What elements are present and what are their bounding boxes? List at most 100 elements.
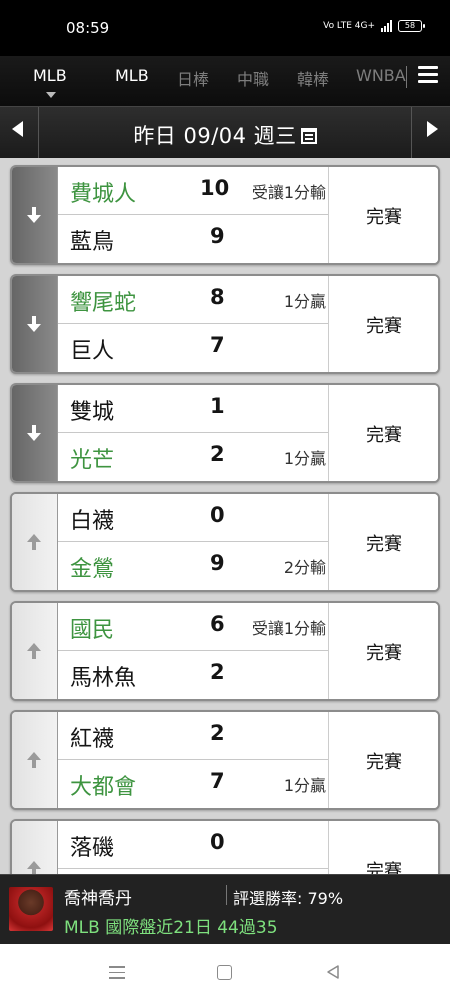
game-status-cell: 完賽 <box>328 385 438 481</box>
team-row-bottom: 金鶯 9 2分輸 <box>58 542 328 590</box>
game-card[interactable]: 紅襪 2 大都會 7 1分贏 完賽 <box>10 710 440 810</box>
game-status-cell: 完賽 <box>328 603 438 699</box>
expand-toggle[interactable] <box>12 712 58 808</box>
date-bar: 昨日 09/04 週三 <box>0 106 450 159</box>
team-row-top: 費城人 10 受讓1分輸 <box>58 167 328 215</box>
team-score: 9 <box>210 224 225 248</box>
game-status-cell: 完賽 <box>328 821 438 874</box>
team-score: 2 <box>210 660 225 684</box>
team-score: 0 <box>210 503 225 527</box>
handicap-result: 2分輸 <box>283 558 326 577</box>
next-day-arrow-icon[interactable] <box>427 121 438 137</box>
team-name: 光芒 <box>70 448 115 473</box>
home-icon[interactable] <box>217 965 232 980</box>
app-screen: 08:59 Vo LTE 4G+ 58 MLB MLB 日棒 中職 韓棒 WNB… <box>0 0 450 1000</box>
tab-kbo[interactable]: 韓棒 <box>297 66 329 90</box>
game-status: 完賽 <box>366 207 402 228</box>
team-row-top: 國民 6 受讓1分輸 <box>58 603 328 651</box>
handicap-result: 受讓1分輸 <box>251 619 326 638</box>
tab-mlb-selected[interactable]: MLB <box>33 66 67 85</box>
expand-toggle[interactable] <box>12 494 58 590</box>
team-score: 2 <box>210 442 225 466</box>
back-icon[interactable] <box>325 964 341 980</box>
arrow-up-icon <box>27 752 41 768</box>
team-row-bottom: 藍鳥 9 <box>58 215 328 263</box>
game-status: 完賽 <box>366 861 402 874</box>
tipster-win-rate: 評選勝率: 79% <box>233 889 344 908</box>
team-score: 10 <box>200 176 230 200</box>
game-card[interactable]: 雙城 1 光芒 2 1分贏 完賽 <box>10 383 440 483</box>
tab-cpbl[interactable]: 中職 <box>237 66 269 90</box>
team-row-bottom: 光芒 2 1分贏 <box>58 433 328 481</box>
team-score: 9 <box>210 551 225 575</box>
arrow-up-icon <box>27 534 41 550</box>
arrow-down-icon <box>27 207 41 223</box>
game-status-cell: 完賽 <box>328 712 438 808</box>
team-name: 藍鳥 <box>70 230 115 255</box>
team-name: 紅襪 <box>70 727 115 752</box>
game-status-cell: 完賽 <box>328 167 438 263</box>
status-bar: 08:59 Vo LTE 4G+ 58 <box>0 0 450 56</box>
tab-divider <box>406 66 407 88</box>
tipster-name: 喬神喬丹 <box>64 889 132 909</box>
system-nav-bar <box>0 944 450 1000</box>
menu-icon[interactable] <box>418 66 438 86</box>
tab-wnba[interactable]: WNBA <box>356 66 406 85</box>
recent-apps-icon[interactable] <box>109 966 125 980</box>
tab-mlb[interactable]: MLB <box>115 66 149 85</box>
date-label: 昨日 09/04 週三 <box>133 124 297 148</box>
battery-level: 58 <box>404 21 416 30</box>
team-score: 7 <box>210 333 225 357</box>
handicap-result: 1分贏 <box>283 449 326 468</box>
team-score: 8 <box>210 285 225 309</box>
game-status-cell: 完賽 <box>328 494 438 590</box>
game-card[interactable]: 國民 6 受讓1分輸 馬林魚 2 完賽 <box>10 601 440 701</box>
tipster-record: MLB 國際盤近21日 44過35 <box>64 918 278 938</box>
game-card[interactable]: 響尾蛇 8 1分贏巨人 7 完賽 <box>10 274 440 374</box>
game-status: 完賽 <box>366 425 402 446</box>
expand-toggle[interactable] <box>12 603 58 699</box>
team-name: 大都會 <box>70 775 137 800</box>
team-row-bottom: 馬林魚 2 <box>58 651 328 699</box>
expand-toggle[interactable] <box>12 821 58 874</box>
game-status-cell: 完賽 <box>328 276 438 372</box>
team-row-bottom: 巨人 7 <box>58 324 328 372</box>
game-card[interactable]: 白襪 0 金鶯 9 2分輸 完賽 <box>10 492 440 592</box>
network-label: Vo LTE 4G+ <box>323 21 375 31</box>
game-status: 完賽 <box>366 643 402 664</box>
expand-toggle[interactable] <box>12 276 58 372</box>
team-score: 2 <box>210 721 225 745</box>
team-score: 6 <box>210 612 225 636</box>
league-tab-bar: MLB MLB 日棒 中職 韓棒 WNBA <box>0 56 450 106</box>
calendar-icon <box>300 128 317 144</box>
team-name: 金鶯 <box>70 557 115 582</box>
handicap-result: 受讓1分輸 <box>251 183 326 202</box>
tab-npb[interactable]: 日棒 <box>177 66 209 90</box>
status-icons: Vo LTE 4G+ 58 <box>323 20 425 32</box>
team-row-bottom: 大都會 7 1分贏 <box>58 760 328 808</box>
team-name: 落磯 <box>70 836 115 861</box>
arrow-up-icon <box>27 861 41 874</box>
team-score: 7 <box>210 769 225 793</box>
team-row-top: 白襪 0 <box>58 494 328 542</box>
tipster-banner[interactable]: 喬神喬丹 評選勝率: 79% MLB 國際盤近21日 44過35 <box>0 874 450 944</box>
date-selector[interactable]: 昨日 09/04 週三 <box>0 120 450 150</box>
caret-down-icon <box>46 92 56 98</box>
team-name: 響尾蛇 <box>70 291 137 316</box>
team-score: 1 <box>210 394 225 418</box>
expand-toggle[interactable] <box>12 385 58 481</box>
handicap-result: 1分贏 <box>283 292 326 311</box>
team-row-top: 落磯 0 <box>58 821 328 869</box>
arrow-down-icon <box>27 316 41 332</box>
game-card[interactable]: 費城人 10 受讓1分輸藍鳥 9 完賽 <box>10 165 440 265</box>
team-row-top: 雙城 1 <box>58 385 328 433</box>
expand-toggle[interactable] <box>12 167 58 263</box>
team-name: 雙城 <box>70 400 115 425</box>
team-score: 0 <box>210 830 225 854</box>
game-status: 完賽 <box>366 534 402 555</box>
game-card[interactable]: 落磯 0 完賽 <box>10 819 440 874</box>
team-name: 白襪 <box>70 509 115 534</box>
status-time: 08:59 <box>66 19 110 37</box>
games-list[interactable]: 費城人 10 受讓1分輸 藍鳥 9 完賽 響尾蛇 8 1分贏 巨人 7 完賽 雙城 1 光芒 2 1分贏 完賽 白襪… <box>0 158 450 874</box>
team-name: 費城人 <box>70 182 137 207</box>
